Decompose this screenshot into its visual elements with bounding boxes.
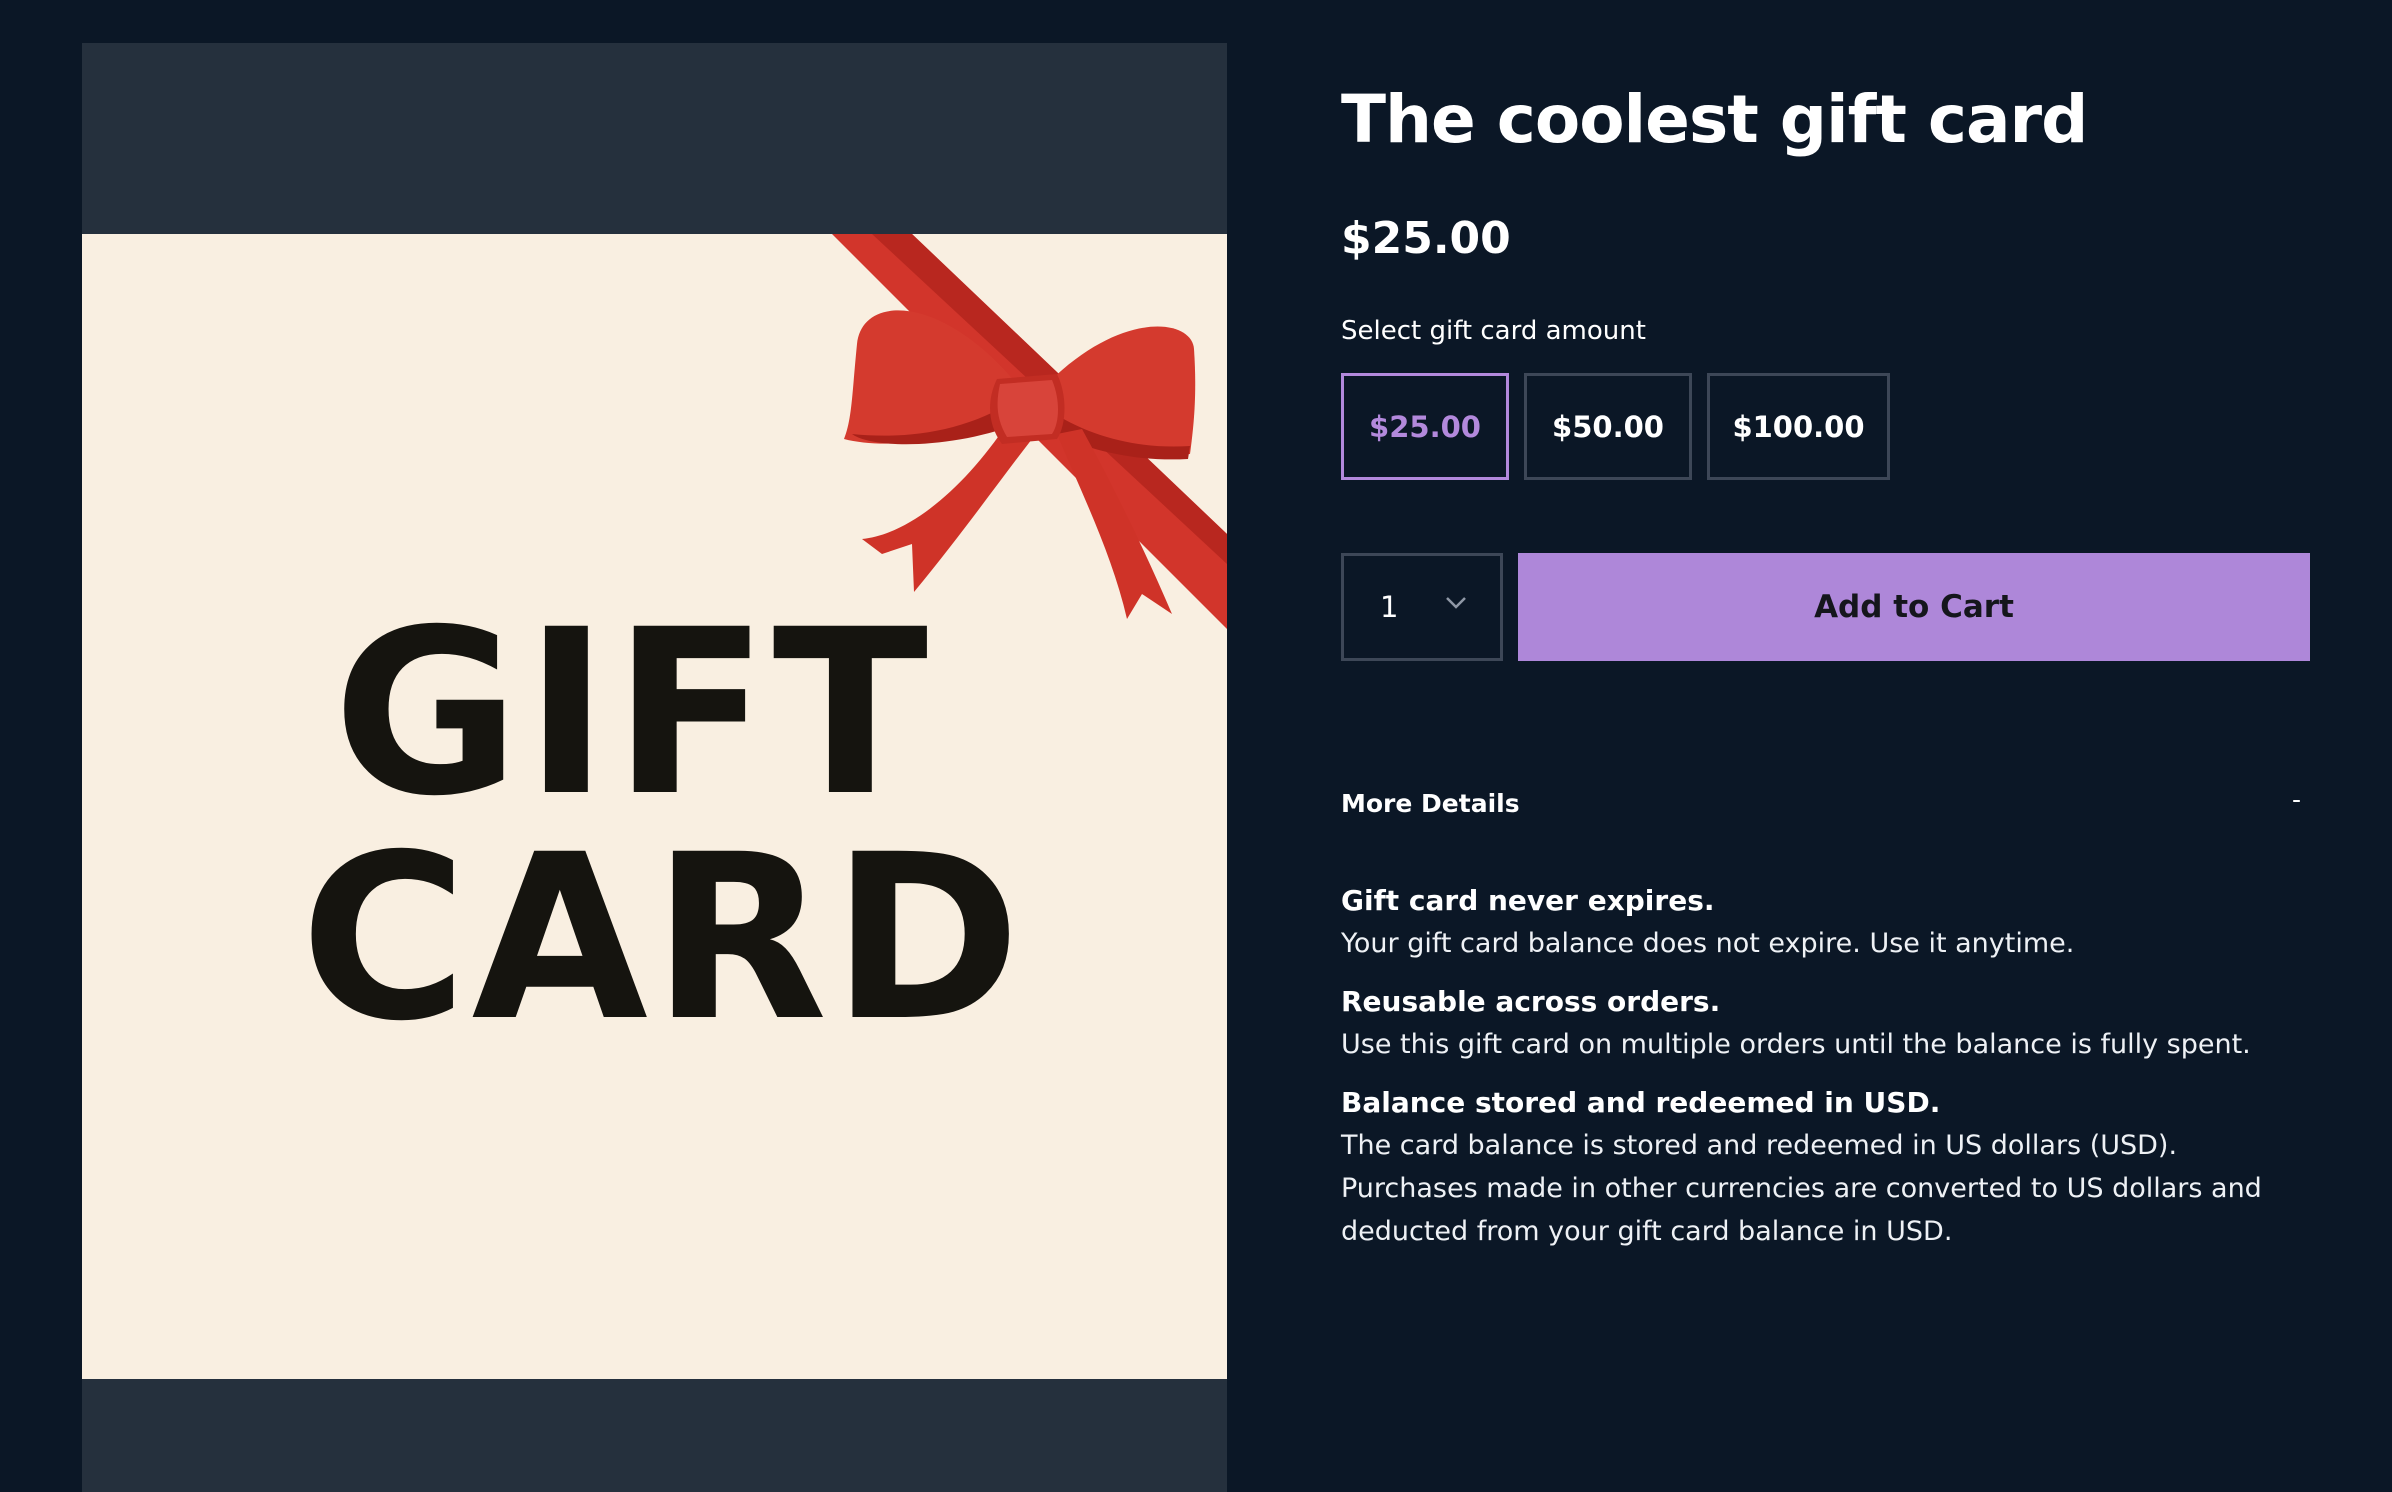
detail-text: Your gift card balance does not expire. … <box>1341 928 2075 959</box>
detail-item: Gift card never expires. Your gift card … <box>1341 880 2316 965</box>
detail-text: The card balance is stored and redeemed … <box>1341 1130 2262 1247</box>
detail-heading: Gift card never expires. <box>1341 884 1715 917</box>
amount-options: $25.00 $50.00 $100.00 <box>1341 373 1890 480</box>
amount-select-label: Select gift card amount <box>1341 316 1646 346</box>
quantity-select[interactable]: 1 <box>1341 553 1503 661</box>
more-details-toggle[interactable]: More Details - <box>1341 781 2301 829</box>
gift-card-image: GIFT CARD <box>82 234 1227 1379</box>
amount-option-25[interactable]: $25.00 <box>1341 373 1509 480</box>
detail-text: Use this gift card on multiple orders un… <box>1341 1029 2251 1060</box>
gift-card-text-line1: GIFT <box>332 580 933 846</box>
product-image-frame: GIFT CARD <box>82 43 1227 1492</box>
detail-item: Balance stored and redeemed in USD. The … <box>1341 1082 2316 1253</box>
chevron-down-icon <box>1446 597 1466 609</box>
more-details-label: More Details <box>1341 789 1520 818</box>
collapse-icon: - <box>2291 785 2301 814</box>
details-list: Gift card never expires. Your gift card … <box>1341 880 2316 1269</box>
gift-card-text-line2: CARD <box>300 805 1025 1071</box>
amount-option-50[interactable]: $50.00 <box>1524 373 1692 480</box>
add-to-cart-button[interactable]: Add to Cart <box>1518 553 2310 661</box>
product-title: The coolest gift card <box>1341 81 2088 158</box>
amount-option-100[interactable]: $100.00 <box>1707 373 1890 480</box>
product-price: $25.00 <box>1341 213 1511 264</box>
detail-heading: Balance stored and redeemed in USD. <box>1341 1086 1941 1119</box>
detail-item: Reusable across orders. Use this gift ca… <box>1341 981 2316 1066</box>
quantity-value: 1 <box>1380 590 1399 624</box>
detail-heading: Reusable across orders. <box>1341 985 1721 1018</box>
